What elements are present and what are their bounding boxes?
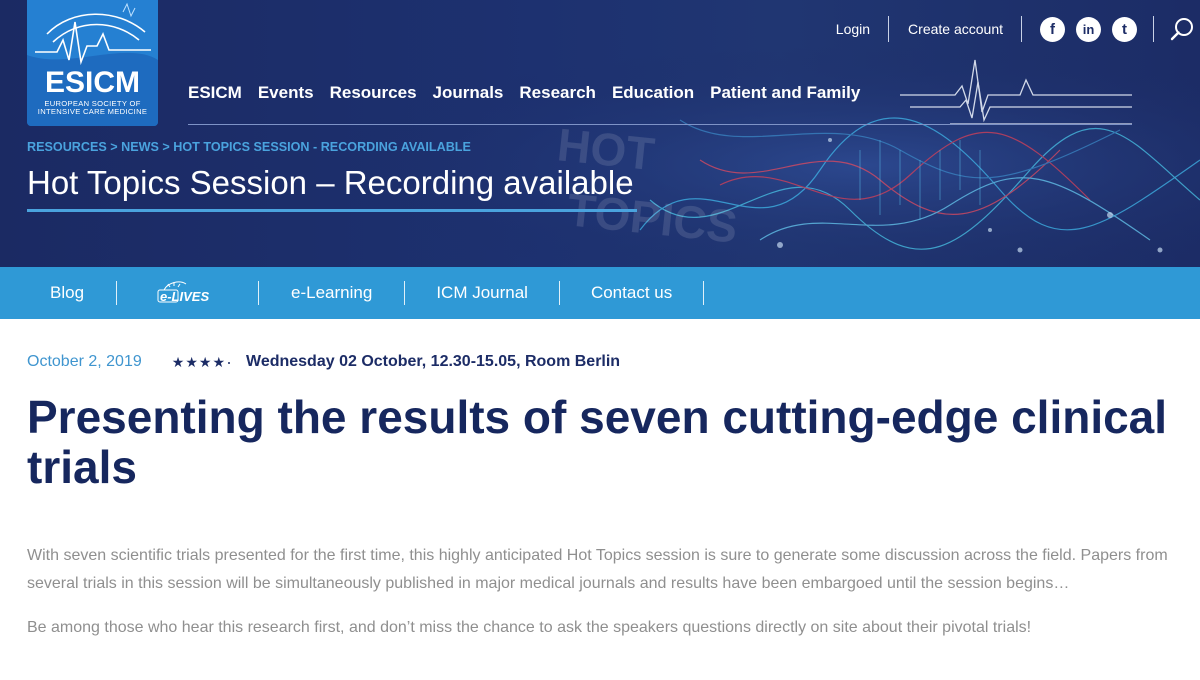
breadcrumb-current: HOT TOPICS SESSION - RECORDING AVAILABLE xyxy=(173,140,471,154)
subnav-elearning[interactable]: e-Learning xyxy=(291,283,372,303)
star-icon: ★ xyxy=(171,354,185,370)
search-icon xyxy=(1170,18,1193,41)
article-paragraph-2: Be among those who hear this research fi… xyxy=(27,619,1032,636)
breadcrumb-news[interactable]: NEWS xyxy=(121,140,159,154)
create-account-link[interactable]: Create account xyxy=(908,21,1003,37)
search-button[interactable] xyxy=(1170,16,1200,42)
divider xyxy=(703,281,705,305)
twitter-icon[interactable]: t xyxy=(1112,16,1137,42)
divider xyxy=(404,281,406,305)
social-links: f in t xyxy=(1040,16,1137,42)
nav-events[interactable]: Events xyxy=(258,82,314,104)
divider xyxy=(1153,16,1154,42)
breadcrumb-resources[interactable]: RESOURCES xyxy=(27,140,107,154)
star-icon: ★ xyxy=(198,354,212,370)
title-underline xyxy=(27,209,637,212)
secondary-nav: Blog e-LIVES e-Learning ICM Journal Cont… xyxy=(0,267,1200,319)
session-info: Wednesday 02 October, 12.30-15.05, Room … xyxy=(246,353,621,370)
article-date: October 2, 2019 xyxy=(27,353,142,370)
elives-logo-text: e-LIVES xyxy=(160,289,209,304)
main-nav: ESICM Events Resources Journals Research… xyxy=(188,82,860,104)
divider xyxy=(888,16,890,42)
breadcrumb-separator: > xyxy=(158,140,174,154)
nav-esicm[interactable]: ESICM xyxy=(188,82,242,104)
subnav-icm-journal[interactable]: ICM Journal xyxy=(436,283,528,303)
logo-subtitle: European Society of Intensive Care Medic… xyxy=(37,99,148,116)
article-headline: Presenting the results of seven cutting-… xyxy=(27,391,1168,493)
divider xyxy=(1021,16,1022,42)
divider xyxy=(258,281,260,305)
site-header: HOT TOPICS ESICM European Society of Int… xyxy=(0,0,1200,267)
breadcrumb: RESOURCES > NEWS > HOT TOPICS SESSION - … xyxy=(27,140,471,154)
star-dot-icon xyxy=(228,362,230,364)
breadcrumb-separator: > xyxy=(106,140,122,154)
divider xyxy=(558,281,560,305)
nav-research[interactable]: Research xyxy=(519,82,596,104)
logo-wordmark: ESICM xyxy=(44,66,140,99)
nav-journals[interactable]: Journals xyxy=(433,82,504,104)
nav-divider xyxy=(188,124,1132,125)
elives-logo-link[interactable]: e-LIVES xyxy=(154,280,224,306)
page-title: Hot Topics Session – Recording available xyxy=(27,164,634,201)
login-link[interactable]: Login xyxy=(836,21,870,37)
divider xyxy=(116,281,118,305)
nav-resources[interactable]: Resources xyxy=(330,82,417,104)
article-meta: October 2, 2019 ★ ★ ★ ★ Wednesday 02 Octobe… xyxy=(27,353,620,371)
star-icon: ★ xyxy=(185,354,198,370)
article-paragraph-1: With seven scientific trials presented f… xyxy=(27,547,1168,592)
star-icon: ★ xyxy=(212,354,225,370)
subnav-contact-us[interactable]: Contact us xyxy=(591,283,672,303)
linkedin-icon[interactable]: in xyxy=(1076,16,1101,42)
nav-education[interactable]: Education xyxy=(612,82,694,104)
nav-patient-and-family[interactable]: Patient and Family xyxy=(710,82,860,104)
rating-stars: ★ ★ ★ ★ xyxy=(172,355,230,369)
subnav-blog[interactable]: Blog xyxy=(50,283,84,303)
esicm-logo[interactable]: ESICM European Society of Intensive Care… xyxy=(27,0,158,126)
facebook-icon[interactable]: f xyxy=(1040,16,1065,42)
utility-nav: Login Create account f in t xyxy=(836,16,1200,42)
elives-logo-icon: e-LIVES xyxy=(157,281,209,304)
